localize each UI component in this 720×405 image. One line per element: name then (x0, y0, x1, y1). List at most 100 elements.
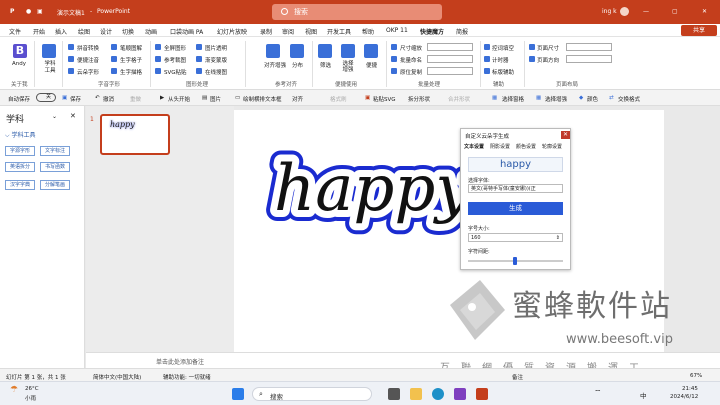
taskbar-search[interactable]: ⌕ 搜索 (252, 387, 372, 401)
align-enhance-label[interactable]: 对齐增强 (264, 61, 286, 69)
tab-shadow-settings[interactable]: 阴影设置 (490, 143, 510, 150)
clock-time[interactable]: 21:45 (682, 386, 698, 392)
image-button[interactable]: 图片 (210, 95, 221, 103)
autosave-toggle[interactable]: 关 (36, 93, 56, 102)
image-transparency-button[interactable]: 图片透明 (205, 44, 227, 52)
svg-paste-button[interactable]: SVG粘贴 (164, 68, 187, 76)
text-preview-input[interactable]: happy (468, 157, 563, 172)
draw-textbox-button[interactable]: 绘制横排文本框 (243, 95, 282, 103)
fullscreen-shape-button[interactable]: 全屏图形 (164, 44, 186, 52)
char-grid-button[interactable]: 生字格子 (120, 56, 142, 64)
clock-date[interactable]: 2024/6/12 (670, 394, 698, 400)
convenient-icon[interactable] (364, 44, 378, 58)
undo-icon[interactable]: ↶ (95, 95, 100, 101)
tab-draw[interactable]: 绘图 (78, 27, 90, 36)
textbox-icon[interactable]: ▭ (235, 95, 240, 101)
svg-icon[interactable]: ▣ (365, 95, 370, 101)
swap-format-button[interactable]: 交换格式 (618, 95, 640, 103)
char-origin-button[interactable]: 字源字形 (5, 146, 35, 156)
tab-review[interactable]: 审阅 (282, 27, 294, 36)
input-language[interactable]: 中 (640, 390, 647, 400)
tab-outline-settings[interactable]: 轮廓设置 (542, 143, 562, 150)
select-enhance-label[interactable]: 选择增强 (341, 61, 355, 73)
swap-format-icon[interactable]: ⇄ (609, 95, 614, 101)
spacing-slider[interactable] (468, 257, 563, 265)
fill-blank-button[interactable]: 控词填空 (492, 44, 514, 52)
color-button[interactable]: 颜色 (587, 95, 598, 103)
selection-pane-icon[interactable]: ▦ (492, 95, 497, 101)
language-status[interactable]: 简体中文(中国大陆) (93, 373, 141, 381)
share-button[interactable]: 共享 (681, 25, 717, 36)
split-shape-button[interactable]: 拆分形状 (408, 95, 430, 103)
search-box[interactable]: 搜索 (272, 4, 442, 20)
rename-input[interactable] (427, 55, 473, 63)
task-view-icon[interactable] (388, 388, 400, 400)
save-icon[interactable]: ▣ (62, 95, 67, 101)
subject-tools-label[interactable]: 学科 工具 (42, 61, 58, 75)
edge-icon[interactable] (432, 388, 444, 400)
copy-input[interactable] (427, 67, 473, 75)
notes-toggle[interactable]: 备注 (512, 373, 523, 381)
close-icon[interactable]: ✕ (702, 8, 707, 15)
align-enhance-icon[interactable] (266, 44, 280, 58)
visual-studio-icon[interactable] (454, 388, 466, 400)
batch-resize-button[interactable]: 尺寸缩放 (400, 44, 422, 52)
tab-okp[interactable]: OKP 11 (386, 27, 408, 34)
section-header[interactable]: ⌵ 学科工具 (5, 130, 35, 140)
merge-shape-button[interactable]: 合并形状 (448, 95, 470, 103)
tab-record[interactable]: 录制 (260, 27, 272, 36)
tab-insert[interactable]: 插入 (55, 27, 67, 36)
batch-rename-button[interactable]: 批量命名 (400, 56, 422, 64)
maximize-icon[interactable]: ▢ (672, 8, 678, 15)
tab-help[interactable]: 帮助 (362, 27, 374, 36)
online-image-search-button[interactable]: 在线搜图 (205, 68, 227, 76)
redo-button[interactable]: 重做 (130, 95, 141, 103)
save-icon[interactable]: ▣ (37, 8, 43, 15)
selection-pane-button[interactable]: 选择窗格 (502, 95, 524, 103)
tab-pocket-animation[interactable]: 口袋动画 PA (170, 27, 203, 36)
file-explorer-icon[interactable] (410, 388, 422, 400)
andy-logo-icon[interactable]: B (13, 44, 27, 58)
tab-file[interactable]: 文件 (9, 27, 21, 36)
play-icon[interactable]: ▶ (160, 95, 164, 101)
char-trace-button[interactable]: 生字描格 (120, 68, 142, 76)
tab-brief[interactable]: 简报 (456, 27, 468, 36)
tab-text-settings[interactable]: 文本设置 (464, 143, 484, 150)
tab-color-settings[interactable]: 颜色设置 (516, 143, 536, 150)
tab-design[interactable]: 设计 (100, 27, 112, 36)
tab-animations[interactable]: 动画 (145, 27, 157, 36)
page-orientation-select[interactable] (566, 55, 612, 63)
select-enhance-quick-icon[interactable]: ▦ (536, 95, 541, 101)
timer-button[interactable]: 计时器 (492, 56, 509, 64)
spinner-icon[interactable]: ⇕ (556, 234, 560, 242)
filter-label[interactable]: 筛选 (320, 61, 331, 69)
network-icon[interactable]: ⌔ (594, 388, 602, 398)
stroke-breakdown-button[interactable]: 分解笔画 (40, 180, 70, 190)
distribute-icon[interactable] (290, 44, 304, 58)
ref-crop-button[interactable]: 参考裁图 (164, 56, 186, 64)
align-button[interactable]: 对齐 (292, 95, 303, 103)
font-select[interactable]: 英文(哥特手写体(童安娜))(正 (468, 184, 563, 193)
resize-input[interactable] (427, 43, 473, 51)
convenient-label[interactable]: 便捷 (366, 61, 377, 69)
cloud-text-button[interactable]: 云朵字形 (77, 68, 99, 76)
autosave-icon[interactable]: ● (26, 8, 31, 15)
distribute-label[interactable]: 分布 (292, 61, 303, 69)
format-painter-button[interactable]: 格式刷 (330, 95, 347, 103)
select-enhance-icon[interactable] (341, 44, 355, 58)
paste-svg-button[interactable]: 粘贴SVG (373, 95, 396, 103)
inplace-copy-button[interactable]: 原位复制 (400, 68, 422, 76)
color-icon[interactable]: ◆ (579, 95, 583, 101)
gradient-mask-button[interactable]: 渐变蒙版 (205, 56, 227, 64)
avatar[interactable] (620, 7, 629, 16)
pane-dropdown-icon[interactable]: ⌄ (52, 113, 57, 120)
pane-close-icon[interactable]: ✕ (70, 112, 76, 120)
tab-view[interactable]: 视图 (305, 27, 317, 36)
pinyin-convert-button[interactable]: 拼音转换 (77, 44, 99, 52)
tab-slideshow[interactable]: 幻灯片放映 (217, 27, 247, 36)
image-icon[interactable]: ▤ (202, 95, 207, 101)
undo-button[interactable]: 撤消 (103, 95, 114, 103)
from-start-button[interactable]: 从头开始 (168, 95, 190, 103)
chinese-dictionary-button[interactable]: 汉字字典 (5, 180, 35, 190)
slide-thumbnail[interactable]: happy (100, 114, 170, 155)
